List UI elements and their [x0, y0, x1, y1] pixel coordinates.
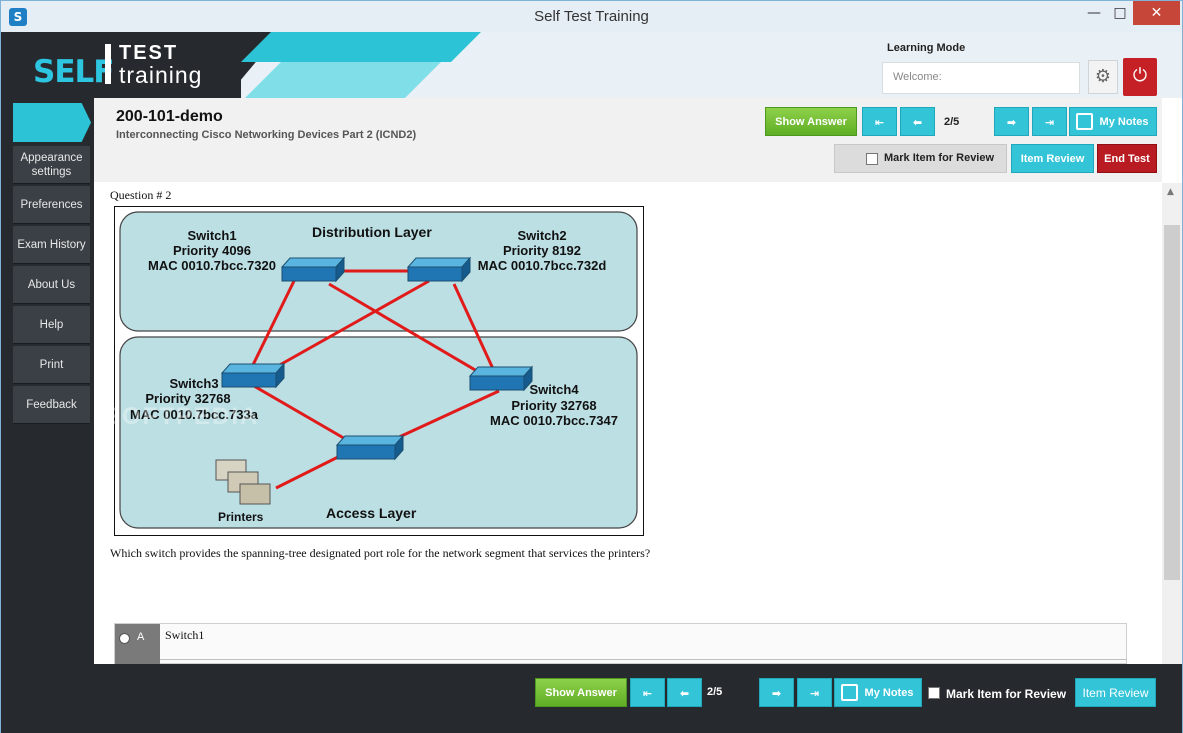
header-decoration	[241, 32, 481, 62]
switch4-icon	[468, 365, 534, 392]
scroll-up-icon[interactable]: ▲	[1167, 187, 1174, 197]
sidebar-item-appearance[interactable]: Appearance settings	[13, 146, 90, 184]
access-switch-icon	[335, 434, 405, 461]
show-answer-button[interactable]: Show Answer	[765, 107, 857, 136]
gear-icon[interactable]: ⚙	[1088, 60, 1118, 94]
switch1-name: Switch1	[187, 228, 236, 243]
switch3-name: Switch3	[169, 376, 218, 391]
logo-training-text: training	[119, 62, 203, 88]
footer-show-answer-button[interactable]: Show Answer	[535, 678, 627, 707]
sidebar-item-print[interactable]: Print	[13, 346, 90, 384]
printers-label: Printers	[218, 510, 264, 524]
switch1-priority: Priority 4096	[173, 243, 251, 258]
welcome-field: Welcome:	[882, 62, 1080, 94]
app-window: S Self Test Training — □ ✕ SELF TEST tra…	[0, 0, 1183, 733]
watermark: SOFTPEDIA	[104, 403, 260, 430]
window-title: Self Test Training	[534, 8, 649, 25]
notes-icon	[1076, 113, 1093, 130]
vertical-scrollbar[interactable]: ▲	[1162, 183, 1182, 664]
footer-next-question-button[interactable]: ➡	[759, 678, 794, 707]
exam-subtitle: Interconnecting Cisco Networking Devices…	[116, 129, 417, 141]
power-icon[interactable]: ⏻	[1123, 58, 1157, 96]
mode-label: Learning Mode	[887, 42, 966, 54]
footer-item-review-button[interactable]: Item Review	[1075, 678, 1156, 707]
first-question-button[interactable]: ⇤	[862, 107, 897, 136]
footer-first-question-button[interactable]: ⇤	[630, 678, 665, 707]
notes-icon	[841, 684, 858, 701]
switch2-mac: MAC 0010.7bcc.732d	[478, 258, 607, 273]
switch2-name: Switch2	[517, 228, 566, 243]
switch3-icon	[220, 362, 286, 389]
access-layer-zone	[119, 336, 638, 529]
sidebar-active-indicator[interactable]	[13, 103, 91, 142]
self-test-training-logo: SELF TEST training	[23, 40, 203, 94]
header-decoration	[245, 62, 441, 98]
answer-option-a[interactable]: A Switch1	[114, 623, 1127, 665]
distribution-layer-label: Distribution Layer	[312, 224, 432, 240]
option-text: Switch1	[165, 628, 205, 642]
switch4-mac: MAC 0010.7bcc.7347	[490, 413, 618, 428]
previous-question-button[interactable]: ⬅	[900, 107, 935, 136]
item-review-button[interactable]: Item Review	[1011, 144, 1094, 173]
my-notes-label: My Notes	[1099, 116, 1149, 128]
switch4-priority: Priority 32768	[511, 398, 596, 413]
last-question-button[interactable]: ⇥	[1032, 107, 1067, 136]
maximize-button[interactable]: □	[1107, 1, 1133, 25]
exam-title: 200-101-demo	[116, 108, 223, 125]
access-layer-label: Access Layer	[326, 505, 417, 521]
mark-review-label: Mark Item for Review	[884, 152, 995, 164]
exam-toolbar: 200-101-demo Interconnecting Cisco Netwo…	[94, 98, 1162, 182]
switch2-icon	[406, 256, 472, 283]
switch2-priority: Priority 8192	[503, 243, 581, 258]
mark-review-toggle[interactable]: Mark Item for Review	[834, 144, 1007, 173]
sidebar-item-preferences[interactable]: Preferences	[13, 186, 90, 224]
close-button[interactable]: ✕	[1133, 1, 1180, 25]
switch1-icon	[280, 256, 346, 283]
question-text: Which switch provides the spanning-tree …	[110, 546, 651, 560]
network-diagram: Distribution Layer Access Layer Printers…	[114, 206, 644, 536]
my-notes-button[interactable]: My Notes	[1069, 107, 1157, 136]
next-question-button[interactable]: ➡	[994, 107, 1029, 136]
app-header: SELF TEST training Learning Mode Welcome…	[1, 32, 1182, 98]
question-number: Question # 2	[110, 188, 172, 202]
sidebar-item-feedback[interactable]: Feedback	[13, 386, 90, 424]
minimize-button[interactable]: —	[1081, 1, 1107, 25]
footer-toolbar: Show Answer ⇤ ⬅ 2/5 ➡ ⇥ My Notes Mark It…	[1, 664, 1182, 733]
footer-last-question-button[interactable]: ⇥	[797, 678, 832, 707]
footer-mark-review-checkbox[interactable]	[928, 687, 940, 699]
option-radio[interactable]	[119, 633, 130, 644]
scrollbar-thumb[interactable]	[1164, 225, 1180, 580]
mark-review-checkbox[interactable]	[866, 153, 878, 165]
footer-mark-review-label: Mark Item for Review	[946, 687, 1067, 701]
title-bar: S Self Test Training — □ ✕	[1, 1, 1182, 32]
footer-my-notes-label: My Notes	[864, 687, 914, 699]
sidebar-item-exam-history[interactable]: Exam History	[13, 226, 90, 264]
sidebar-item-about-us[interactable]: About Us	[13, 266, 90, 304]
switch4-name: Switch4	[529, 382, 579, 397]
option-divider	[160, 659, 1127, 660]
end-test-button[interactable]: End Test	[1097, 144, 1157, 173]
sidebar-item-help[interactable]: Help	[13, 306, 90, 344]
switch1-mac: MAC 0010.7bcc.7320	[148, 258, 276, 273]
option-selector[interactable]: A	[115, 624, 160, 665]
footer-previous-question-button[interactable]: ⬅	[667, 678, 702, 707]
sidebar: Appearance settings Preferences Exam His…	[1, 98, 94, 664]
option-letter: A	[137, 631, 145, 643]
footer-my-notes-button[interactable]: My Notes	[834, 678, 922, 707]
question-counter: 2/5	[944, 116, 960, 128]
logo-self-text: SELF	[33, 54, 114, 90]
main-panel: 200-101-demo Interconnecting Cisco Netwo…	[94, 98, 1162, 665]
logo-bar	[105, 44, 111, 84]
footer-question-counter: 2/5	[707, 686, 723, 698]
